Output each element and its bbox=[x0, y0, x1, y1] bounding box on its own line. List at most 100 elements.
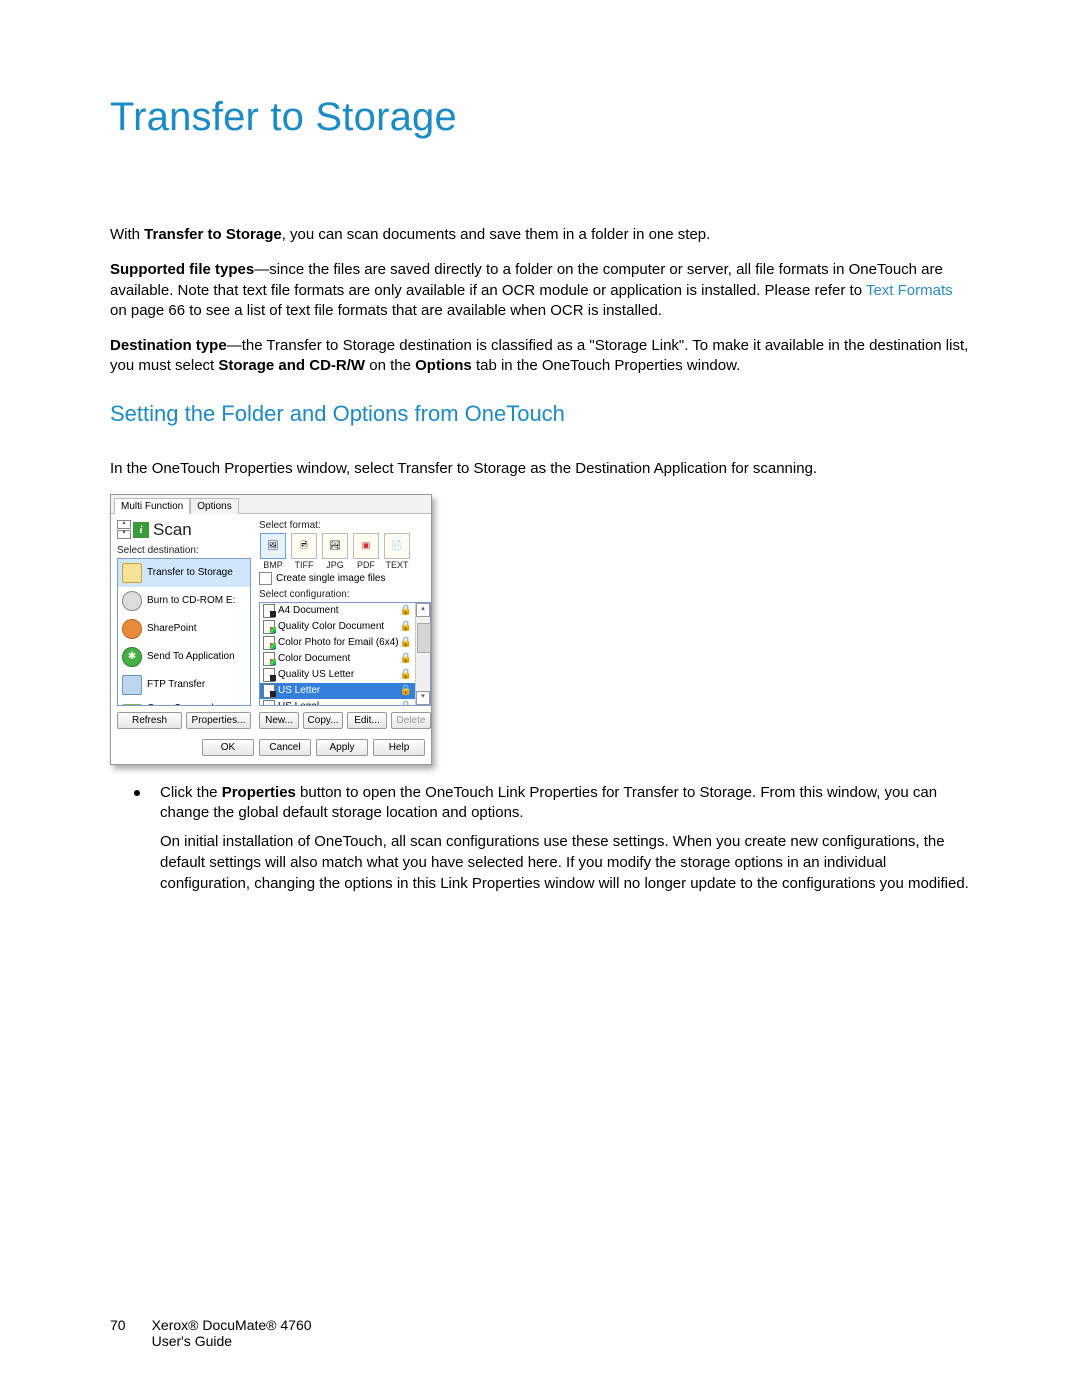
bw-page-icon bbox=[263, 668, 275, 682]
fmt-bmp-label: BMP bbox=[259, 560, 287, 570]
destination-list[interactable]: Transfer to Storage Burn to CD-ROM E: Sh… bbox=[117, 558, 251, 706]
lock-icon: 🔒 bbox=[400, 605, 412, 616]
config-scrollbar[interactable]: ▴ ▾ bbox=[415, 603, 430, 705]
footer-line1: Xerox® DocuMate® 4760 bbox=[152, 1317, 312, 1333]
config-label: US Legal bbox=[278, 701, 319, 705]
refresh-button[interactable]: Refresh bbox=[117, 712, 182, 729]
intro-paragraph-3: Destination type—the Transfer to Storage… bbox=[110, 336, 970, 377]
format-tiff-icon[interactable]: 🖻 bbox=[291, 533, 317, 559]
lock-icon: 🔒 bbox=[400, 621, 412, 632]
bw-page-icon bbox=[263, 684, 275, 698]
ftp-icon bbox=[122, 675, 142, 695]
dest-burn-cd[interactable]: Burn to CD-ROM E: bbox=[118, 587, 250, 615]
select-format-label: Select format: bbox=[259, 520, 431, 531]
fmt-jpg-label: JPG bbox=[321, 560, 349, 570]
dest-label: SharePoint bbox=[147, 623, 196, 634]
page-footer: 70 Xerox® DocuMate® 4760 User's Guide bbox=[110, 1317, 312, 1349]
dest-open-scanned[interactable]: Open Scanned Document(s) bbox=[118, 699, 250, 706]
scroll-up-icon[interactable]: ▴ bbox=[416, 603, 430, 617]
ok-button[interactable]: OK bbox=[202, 739, 254, 756]
scan-number-spinner[interactable]: ▴ ▾ bbox=[117, 520, 129, 539]
bullet-icon bbox=[134, 790, 140, 796]
tab-multi-function[interactable]: Multi Function bbox=[114, 498, 190, 514]
lock-icon: 🔒 bbox=[400, 669, 412, 680]
spinner-up-icon[interactable]: ▴ bbox=[117, 520, 131, 529]
new-button[interactable]: New... bbox=[259, 712, 299, 729]
section-subhead: Setting the Folder and Options from OneT… bbox=[110, 401, 970, 427]
dest-label: Transfer to Storage bbox=[147, 567, 233, 578]
config-us-legal[interactable]: US Legal🔒 bbox=[260, 699, 415, 705]
dest-send-to-app[interactable]: ✱ Send To Application bbox=[118, 643, 250, 671]
p2-post: on page 66 to see a list of text file fo… bbox=[110, 302, 662, 319]
scroll-thumb[interactable] bbox=[417, 623, 431, 653]
checkbox-icon[interactable] bbox=[259, 572, 272, 585]
scan-header: ▴ ▾ i Scan bbox=[117, 520, 251, 540]
properties-button[interactable]: Properties... bbox=[186, 712, 251, 729]
bw-page-icon bbox=[263, 604, 275, 618]
select-configuration-label: Select configuration: bbox=[259, 589, 431, 600]
dest-sharepoint[interactable]: SharePoint bbox=[118, 615, 250, 643]
scan-label: Scan bbox=[153, 520, 192, 540]
format-text-icon[interactable]: 📄 bbox=[384, 533, 410, 559]
footer-line2: User's Guide bbox=[152, 1333, 232, 1349]
format-bmp-icon[interactable]: 🖼 bbox=[260, 533, 286, 559]
application-icon: ✱ bbox=[122, 647, 142, 667]
config-label: Color Photo for Email (6x4) bbox=[278, 637, 399, 648]
color-page-icon bbox=[263, 620, 275, 634]
p2-bold: Supported file types bbox=[110, 261, 254, 278]
bw-page-icon bbox=[263, 700, 275, 705]
help-button[interactable]: Help bbox=[373, 739, 425, 756]
format-pdf-icon[interactable]: ▣ bbox=[353, 533, 379, 559]
lock-icon: 🔒 bbox=[400, 637, 412, 648]
page-number: 70 bbox=[110, 1317, 126, 1333]
onetouch-properties-dialog: Multi Function Options ▴ ▾ i Scan Select… bbox=[110, 494, 432, 765]
copy-button[interactable]: Copy... bbox=[303, 712, 343, 729]
p3-c: on the bbox=[365, 357, 415, 374]
tab-strip: Multi Function Options bbox=[111, 495, 431, 514]
config-label: Quality Color Document bbox=[278, 621, 384, 632]
config-quality-color[interactable]: Quality Color Document 🔒 bbox=[260, 619, 415, 635]
scan-icon: i bbox=[133, 522, 149, 538]
config-label: Color Document bbox=[278, 653, 350, 664]
dest-label: Send To Application bbox=[147, 651, 235, 662]
spinner-down-icon[interactable]: ▾ bbox=[117, 530, 131, 539]
edit-button[interactable]: Edit... bbox=[347, 712, 387, 729]
configuration-list[interactable]: A4 Document 🔒 Quality Color Document 🔒 Col… bbox=[259, 602, 431, 706]
fmt-text-label: TEXT bbox=[383, 560, 411, 570]
p3-e: tab in the OneTouch Properties window. bbox=[472, 357, 741, 374]
dest-label: FTP Transfer bbox=[147, 679, 205, 690]
config-us-letter[interactable]: US Letter🔒 bbox=[260, 683, 415, 699]
bullet-bold: Properties bbox=[222, 784, 296, 801]
intro-paragraph-2: Supported file types—since the files are… bbox=[110, 260, 970, 321]
scroll-track[interactable] bbox=[417, 617, 429, 691]
dest-transfer-to-storage[interactable]: Transfer to Storage bbox=[118, 559, 250, 587]
cancel-button[interactable]: Cancel bbox=[259, 739, 311, 756]
text-formats-link[interactable]: Text Formats bbox=[866, 282, 953, 299]
bullet-paragraph-2: On initial installation of OneTouch, all… bbox=[160, 832, 970, 894]
format-jpg-icon[interactable]: 🏞 bbox=[322, 533, 348, 559]
config-color-photo-email[interactable]: Color Photo for Email (6x4)🔒 bbox=[260, 635, 415, 651]
apply-button[interactable]: Apply bbox=[316, 739, 368, 756]
scroll-down-icon[interactable]: ▾ bbox=[416, 691, 430, 705]
p1-post: , you can scan documents and save them i… bbox=[282, 226, 711, 243]
tab-options[interactable]: Options bbox=[190, 498, 238, 514]
p1-bold: Transfer to Storage bbox=[144, 226, 282, 243]
config-label: A4 Document bbox=[278, 605, 339, 616]
open-doc-icon bbox=[122, 704, 142, 706]
create-single-image-checkbox-row[interactable]: Create single image files bbox=[259, 572, 431, 585]
delete-button[interactable]: Delete bbox=[391, 712, 431, 729]
p3-d: Options bbox=[415, 357, 472, 374]
sharepoint-icon bbox=[122, 619, 142, 639]
config-a4-document[interactable]: A4 Document 🔒 bbox=[260, 603, 415, 619]
fmt-tiff-label: TIFF bbox=[290, 560, 318, 570]
bullet-pre: Click the bbox=[160, 784, 222, 801]
config-label: US Letter bbox=[278, 685, 320, 696]
bullet-text: Click the Properties button to open the … bbox=[160, 783, 970, 824]
cd-icon bbox=[122, 591, 142, 611]
storage-icon bbox=[122, 563, 142, 583]
dest-ftp[interactable]: FTP Transfer bbox=[118, 671, 250, 699]
dest-label: Burn to CD-ROM E: bbox=[147, 595, 235, 606]
config-quality-us-letter[interactable]: Quality US Letter🔒 bbox=[260, 667, 415, 683]
create-single-label: Create single image files bbox=[276, 573, 386, 584]
config-color-document[interactable]: Color Document🔒 bbox=[260, 651, 415, 667]
